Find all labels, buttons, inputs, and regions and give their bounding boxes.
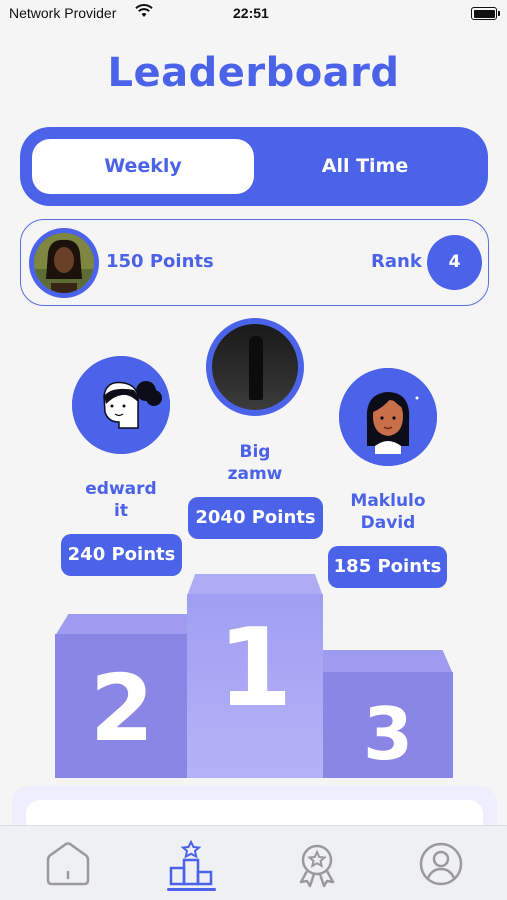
period-tabs: Weekly All Time: [20, 127, 488, 206]
podium-second-number: 2: [89, 655, 154, 762]
third-place-avatar[interactable]: [339, 368, 437, 466]
tab-weekly[interactable]: Weekly: [32, 139, 254, 194]
first-place-avatar[interactable]: [206, 318, 304, 416]
active-tab-indicator: [167, 888, 216, 891]
carrier-label: Network Provider: [9, 5, 117, 21]
current-user-rank-card: 150 Points Rank 4: [20, 219, 489, 306]
status-bar: Network Provider 22:51: [0, 0, 507, 26]
second-place-name: edward it: [85, 479, 157, 521]
page-title: Leaderboard: [107, 50, 400, 96]
rank-label: Rank: [371, 251, 422, 272]
rank-badge: 4: [427, 235, 482, 290]
illustrated-woman-icon: [339, 368, 437, 466]
profile-icon[interactable]: [417, 840, 465, 888]
battery-icon: [471, 7, 500, 20]
podium-first-top: [187, 574, 323, 596]
podium-third-number: 3: [362, 692, 414, 776]
bottom-nav: [0, 825, 507, 900]
podium-third-block: 3: [323, 672, 453, 778]
wifi-icon: [135, 4, 153, 21]
third-place-name: Maklulo David: [350, 491, 426, 533]
first-place-name: Big zamw: [227, 442, 283, 484]
podium: 2 1 3: [55, 572, 453, 778]
podium-first-number: 1: [217, 606, 293, 731]
second-place-avatar[interactable]: [72, 356, 170, 454]
first-place-points: 2040 Points: [188, 497, 323, 539]
leaderboard-icon[interactable]: [167, 839, 215, 888]
podium-second-top: [55, 614, 189, 636]
first-place-photo: [212, 324, 298, 410]
current-user-avatar: [29, 228, 99, 298]
illustrated-woman-icon: [72, 356, 170, 454]
current-user-points: 150 Points: [106, 251, 214, 272]
home-icon[interactable]: [44, 840, 92, 888]
podium-third-top: [323, 650, 453, 674]
podium-first-block: 1: [187, 594, 323, 778]
badge-icon[interactable]: [293, 840, 341, 888]
tab-all-time[interactable]: All Time: [254, 139, 476, 194]
podium-second-block: 2: [55, 634, 189, 778]
second-place-points: 240 Points: [61, 534, 182, 576]
clock: 22:51: [233, 5, 269, 21]
